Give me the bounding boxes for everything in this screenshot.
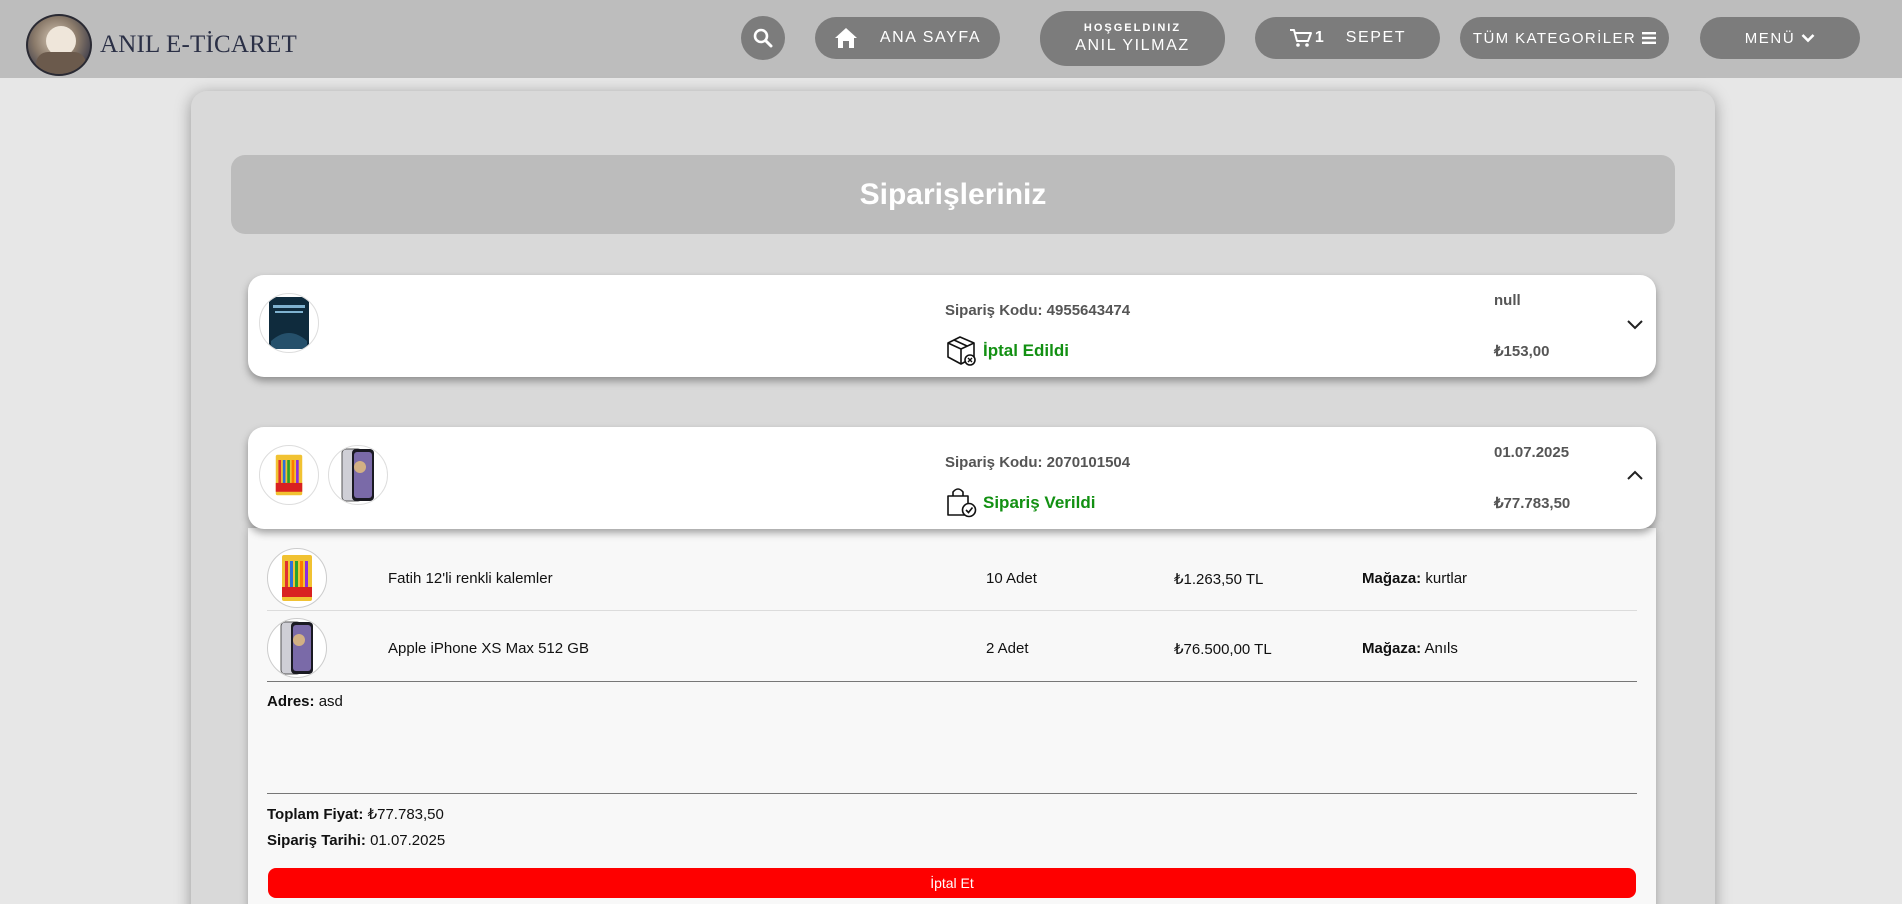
total-label: Toplam Fiyat:: [267, 806, 364, 823]
address-label: Adres:: [267, 693, 315, 710]
address-value: asd: [318, 693, 343, 710]
row-divider: [267, 610, 1637, 611]
order-date: null: [1494, 292, 1521, 309]
top-navbar: ANIL E-TİCARET ANA SAYFA HOŞGELDINIZ ANI…: [0, 0, 1902, 78]
chevron-down-icon: [1801, 34, 1815, 43]
item-store: Mağaza: kurtlar: [1362, 570, 1467, 587]
summary-divider: [267, 793, 1637, 794]
menu-label: MENÜ: [1744, 29, 1796, 47]
colored-pencils-icon: [275, 454, 303, 496]
box-cancel-icon: [947, 336, 976, 366]
logo-emblem-icon: [26, 14, 92, 76]
store-label: Mağaza:: [1362, 570, 1422, 587]
store-name[interactable]: Anıls: [1425, 640, 1458, 657]
chevron-up-icon[interactable]: [1625, 469, 1645, 483]
order-date: 01.07.2025: [1494, 444, 1570, 461]
total-value: ₺77.783,50: [367, 806, 444, 823]
search-icon: [753, 28, 773, 48]
order-price: ₺153,00: [1494, 343, 1550, 360]
store-label: Mağaza:: [1362, 640, 1422, 657]
cart-icon: [1289, 29, 1312, 47]
item-quantity: 10 Adet: [986, 570, 1037, 587]
account-button[interactable]: HOŞGELDINIZ ANIL YILMAZ: [1040, 11, 1225, 66]
item-price: ₺76.500,00 TL: [1174, 641, 1272, 658]
order-date-info: Sipariş Tarihi: 01.07.2025: [267, 832, 445, 849]
search-button[interactable]: [741, 16, 785, 60]
item-price: ₺1.263,50 TL: [1174, 571, 1264, 588]
order-address: Adres: asd: [267, 693, 343, 710]
chevron-down-icon[interactable]: [1625, 317, 1645, 331]
home-button[interactable]: ANA SAYFA: [815, 17, 1000, 59]
cart-label: SEPET: [1345, 29, 1407, 46]
item-name[interactable]: Apple iPhone XS Max 512 GB: [388, 640, 589, 657]
home-icon: [834, 28, 857, 48]
order-date-label: Sipariş Tarihi:: [267, 832, 366, 849]
store-name[interactable]: kurtlar: [1425, 570, 1467, 587]
product-thumbnail: [267, 618, 327, 678]
page-title-bar: Siparişleriniz: [231, 155, 1675, 234]
order-price: ₺77.783,50: [1494, 495, 1571, 512]
product-thumbnail: [259, 445, 319, 505]
cancel-order-button[interactable]: İptal Et: [268, 868, 1636, 898]
colored-pencils-icon: [282, 555, 312, 601]
item-quantity: 2 Adet: [986, 640, 1029, 657]
order-status: İptal Edildi: [983, 341, 1069, 360]
book-cover-icon: [269, 297, 309, 349]
order-total: Toplam Fiyat: ₺77.783,50: [267, 805, 444, 823]
order-item-row: Fatih 12'li renkli kalemler 10 Adet ₺1.2…: [267, 543, 1637, 613]
welcome-greeting: HOŞGELDINIZ: [1083, 22, 1182, 34]
product-thumbnail: [267, 548, 327, 608]
categories-label: TÜM KATEGORİLER: [1472, 29, 1637, 47]
smartphone-icon: [280, 621, 313, 675]
product-thumbnail: [259, 293, 319, 353]
order-status: Sipariş Verildi: [983, 493, 1096, 512]
hamburger-icon: [1642, 32, 1657, 44]
order-code: Sipariş Kodu: 4955643474: [945, 302, 1131, 319]
product-thumbnail: [328, 445, 388, 505]
home-label: ANA SAYFA: [879, 29, 982, 46]
item-name[interactable]: Fatih 12'li renkli kalemler: [388, 570, 553, 587]
all-categories-button[interactable]: TÜM KATEGORİLER: [1460, 17, 1669, 59]
bag-check-icon: [947, 488, 977, 518]
order-card[interactable]: Sipariş Kodu: 2070101504 Sipariş Verildi…: [248, 427, 1656, 529]
page-title: Siparişleriniz: [859, 177, 1047, 211]
cart-button[interactable]: 1 SEPET: [1255, 17, 1440, 59]
brand-logo[interactable]: ANIL E-TİCARET: [26, 14, 297, 76]
order-code: Sipariş Kodu: 2070101504: [945, 454, 1131, 471]
cart-count-badge: 1: [1314, 29, 1324, 46]
smartphone-icon: [341, 448, 374, 502]
items-divider: [267, 681, 1637, 682]
brand-name: ANIL E-TİCARET: [100, 31, 297, 58]
item-store: Mağaza: Anıls: [1362, 640, 1458, 657]
user-name: ANIL YILMAZ: [1075, 37, 1190, 54]
orders-panel: Siparişleriniz Sipariş Kodu: 4955643474 …: [191, 91, 1715, 904]
order-date-value: 01.07.2025: [370, 832, 446, 849]
order-details-panel: Fatih 12'li renkli kalemler 10 Adet ₺1.2…: [248, 528, 1656, 904]
menu-button[interactable]: MENÜ: [1700, 17, 1860, 59]
order-item-row: Apple iPhone XS Max 512 GB 2 Adet ₺76.50…: [267, 613, 1637, 683]
order-card[interactable]: Sipariş Kodu: 4955643474 İptal Edildi nu…: [248, 275, 1656, 377]
